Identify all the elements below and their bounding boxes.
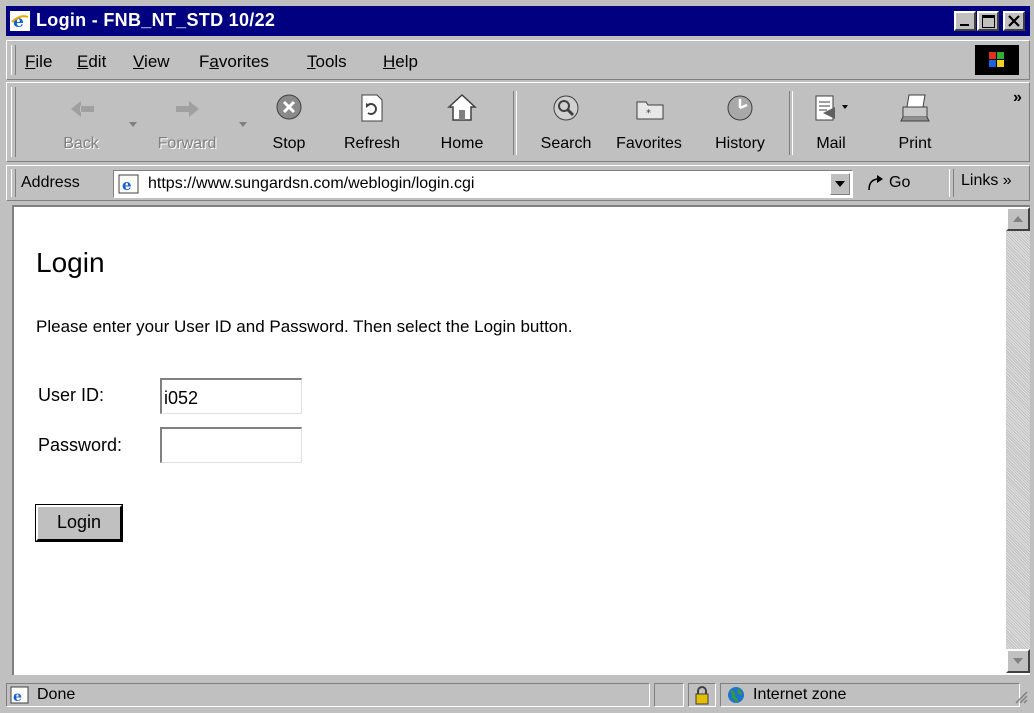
forward-dropdown-icon[interactable] [239, 115, 247, 133]
status-security-pane [688, 683, 716, 707]
links-toolbar[interactable]: Links » [961, 172, 1012, 190]
page-title: Login [36, 247, 105, 278]
vertical-scrollbar[interactable] [1006, 207, 1030, 673]
resize-grip-icon[interactable] [1014, 690, 1028, 704]
forward-arrow-icon [176, 101, 199, 117]
minimize-icon [960, 24, 969, 26]
menu-grip[interactable] [11, 45, 16, 75]
links-grip[interactable] [949, 169, 954, 197]
user-id-label: User ID: [38, 385, 105, 405]
user-id-input[interactable] [160, 378, 302, 414]
windows-logo-icon [989, 52, 1004, 67]
menu-tools[interactable]: Tools [307, 52, 347, 72]
favorites-button[interactable]: * Favorites [607, 87, 691, 159]
toolbar-separator [789, 91, 793, 155]
close-button[interactable] [1003, 11, 1025, 31]
window-title: Login - FNB_NT_STD 10/22 [36, 10, 276, 30]
password-label: Password: [38, 435, 123, 455]
status-progress-pane [654, 683, 684, 707]
svg-text:e: e [13, 12, 24, 31]
standard-toolbar: Back Forward Stop Refresh Home Search * … [6, 82, 1030, 162]
menu-favorites[interactable]: Favorites [199, 52, 269, 72]
title-bar: e Login - FNB_NT_STD 10/22 [6, 6, 1030, 36]
mail-icon [815, 95, 848, 121]
toolbar-grip[interactable] [11, 87, 16, 157]
maximize-button[interactable] [977, 11, 999, 31]
page-icon: e [10, 686, 29, 704]
scroll-down-button[interactable] [1006, 649, 1030, 673]
address-dropdown-button[interactable] [830, 173, 850, 195]
stop-button[interactable]: Stop [259, 87, 319, 159]
back-button[interactable]: Back [45, 87, 117, 159]
history-icon [727, 95, 753, 121]
ie-logo-icon: e [10, 11, 30, 31]
toolbar-overflow-chevron[interactable]: » [1013, 89, 1022, 107]
status-text-pane: e Done [6, 683, 650, 707]
page-content: Login Please enter your User ID and Pass… [12, 205, 1030, 675]
zone-label: Internet zone [753, 686, 847, 703]
chevron-down-icon [1013, 658, 1023, 664]
menu-bar: File Edit View Favorites Tools Help [6, 40, 1030, 80]
close-icon [1008, 15, 1020, 27]
favorites-folder-icon: * [636, 101, 664, 120]
chevron-up-icon [1013, 216, 1023, 222]
globe-icon [728, 687, 744, 703]
back-dropdown-icon[interactable] [129, 115, 137, 133]
status-text: Done [37, 686, 76, 703]
menu-edit[interactable]: Edit [77, 52, 106, 72]
menu-view[interactable]: View [133, 52, 170, 72]
address-url: https://www.sungardsn.com/weblogin/login… [148, 175, 475, 192]
windows-throbber [975, 45, 1019, 75]
login-instructions: Please enter your User ID and Password. … [36, 317, 573, 336]
mail-button[interactable]: Mail [799, 87, 863, 159]
refresh-icon [361, 94, 383, 122]
print-button[interactable]: Print [883, 87, 947, 159]
back-arrow-icon [71, 101, 94, 117]
home-icon [447, 93, 477, 121]
status-zone-pane: Internet zone [720, 683, 1020, 707]
search-icon [553, 95, 579, 121]
search-button[interactable]: Search [531, 87, 601, 159]
chevron-down-icon [835, 181, 845, 187]
status-bar: e Done Internet zone [6, 680, 1030, 710]
svg-text:e: e [13, 689, 22, 704]
menu-help[interactable]: Help [383, 52, 418, 72]
page-icon: e [118, 174, 139, 194]
menu-file[interactable]: File [25, 52, 52, 72]
scroll-up-button[interactable] [1006, 207, 1030, 231]
go-arrow-icon [868, 175, 883, 191]
address-input[interactable]: e https://www.sungardsn.com/weblogin/log… [113, 170, 853, 198]
minimize-button[interactable] [954, 11, 976, 31]
home-button[interactable]: Home [429, 87, 495, 159]
address-grip[interactable] [11, 169, 16, 197]
stop-icon [276, 94, 302, 120]
refresh-button[interactable]: Refresh [335, 87, 409, 159]
maximize-icon [982, 15, 995, 28]
svg-text:e: e [122, 176, 132, 194]
go-button[interactable]: Go [863, 172, 935, 196]
address-bar: Address e https://www.sungardsn.com/webl… [6, 165, 1030, 201]
password-input[interactable] [160, 427, 302, 463]
printer-icon [900, 94, 930, 122]
lock-icon [695, 686, 709, 705]
svg-text:*: * [646, 108, 651, 119]
address-label: Address [21, 174, 80, 191]
history-button[interactable]: History [705, 87, 775, 159]
toolbar-separator [513, 91, 517, 155]
forward-button[interactable]: Forward [145, 87, 229, 159]
login-button[interactable]: Login [35, 504, 123, 542]
